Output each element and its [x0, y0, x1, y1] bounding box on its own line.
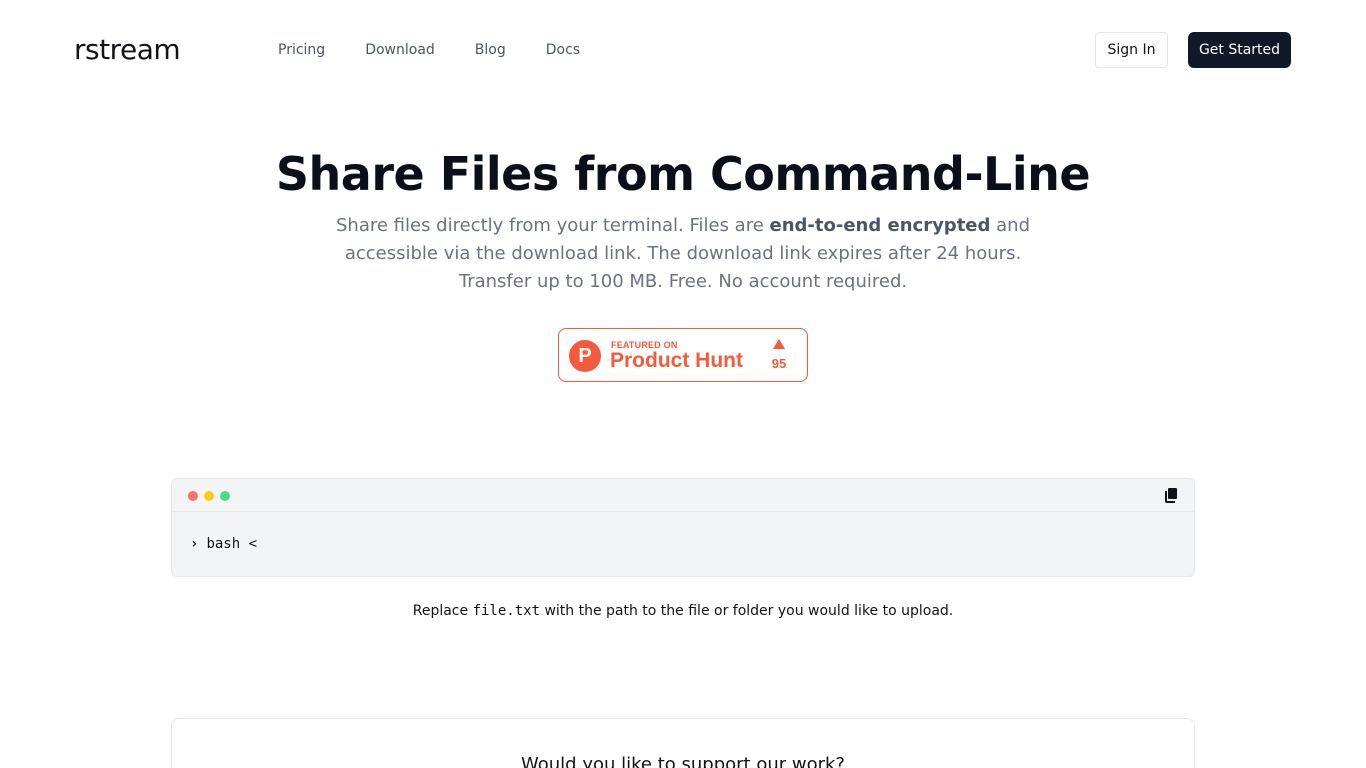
- copy-icon[interactable]: [1163, 487, 1179, 504]
- logo[interactable]: rstream: [74, 33, 181, 67]
- upload-instructions-pre: Replace: [412, 603, 473, 619]
- terminal-block: › bash <: [171, 478, 1195, 577]
- window-close-dot-icon: [188, 491, 198, 501]
- hero-subtitle-pre: Share files directly from your terminal.…: [336, 215, 770, 236]
- terminal-prompt: ›: [190, 536, 199, 552]
- upload-instructions: Replace file.txt with the path to the fi…: [0, 601, 1366, 621]
- page: rstream Pricing Download Blog Docs Sign …: [0, 0, 1366, 768]
- hero-subtitle: Share files directly from your terminal.…: [333, 212, 1033, 296]
- product-hunt-upvote-count: 95: [771, 356, 787, 371]
- upvote-arrow-icon: [773, 339, 785, 349]
- hero-subtitle-bold: end-to-end encrypted: [769, 215, 991, 236]
- nav-blog[interactable]: Blog: [475, 40, 506, 60]
- get-started-button[interactable]: Get Started: [1188, 32, 1291, 68]
- terminal-titlebar: [172, 479, 1194, 512]
- support-title: Would you like to support our work?: [521, 754, 845, 768]
- nav-download[interactable]: Download: [365, 40, 435, 60]
- window-minimize-dot-icon: [204, 491, 214, 501]
- header: rstream Pricing Download Blog Docs Sign …: [0, 0, 1366, 100]
- hero-title: Share Files from Command-Line: [275, 147, 1091, 201]
- sign-in-button[interactable]: Sign In: [1095, 32, 1168, 68]
- nav-docs[interactable]: Docs: [546, 40, 580, 60]
- product-hunt-logo-icon: P: [569, 340, 601, 372]
- support-card: Would you like to support our work?: [171, 718, 1195, 768]
- main-nav: Pricing Download Blog Docs: [278, 40, 620, 60]
- product-hunt-name: Product Hunt: [610, 349, 743, 372]
- window-maximize-dot-icon: [220, 491, 230, 501]
- upload-instructions-filename: file.txt: [472, 603, 540, 619]
- terminal-command: bash <: [206, 536, 258, 552]
- nav-pricing[interactable]: Pricing: [278, 40, 325, 60]
- product-hunt-badge[interactable]: P FEATURED ON Product Hunt 95: [558, 328, 808, 382]
- terminal-command-line[interactable]: › bash <: [190, 535, 257, 553]
- upload-instructions-post: with the path to the file or folder you …: [540, 603, 954, 619]
